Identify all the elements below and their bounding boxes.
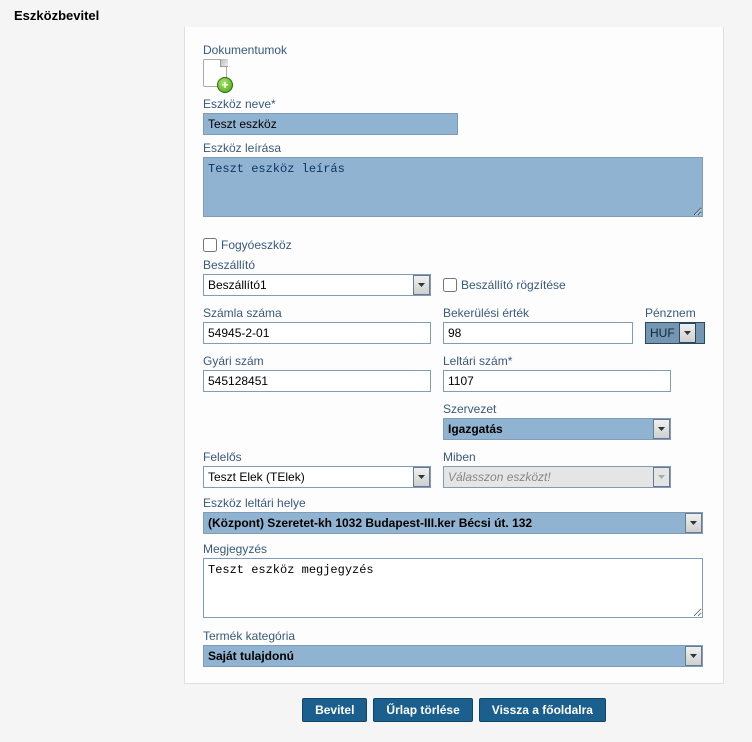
supplier-value: Beszállító1 <box>204 278 413 292</box>
chevron-down-icon <box>653 467 670 487</box>
documents-label: Dokumentumok <box>203 43 705 57</box>
chevron-down-icon <box>685 513 702 533</box>
tool-desc-label: Eszköz leírása <box>203 141 705 155</box>
chevron-down-icon <box>413 275 430 295</box>
serial-input[interactable] <box>203 370 431 392</box>
tool-name-input[interactable] <box>203 113 458 135</box>
responsible-select[interactable]: Teszt Elek (TElek) <box>203 466 431 488</box>
currency-select[interactable]: HUF <box>645 322 705 344</box>
tool-desc-input[interactable]: Teszt eszköz leírás <box>203 157 703 217</box>
chevron-down-icon <box>413 467 430 487</box>
supplier-select[interactable]: Beszállító1 <box>203 274 431 296</box>
category-value: Saját tulajdonú <box>204 649 685 663</box>
category-label: Termék kategória <box>203 629 705 643</box>
inv-location-select[interactable]: (Központ) Szeretet-kh 1032 Budapest-III.… <box>203 512 703 534</box>
supplier-lock-label: Beszállító rögzítése <box>461 278 566 292</box>
remark-label: Megjegyzés <box>203 542 705 556</box>
inv-location-value: (Központ) Szeretet-kh 1032 Budapest-III.… <box>204 516 685 530</box>
in-what-placeholder: Válasszon eszközt! <box>444 470 653 484</box>
currency-value: HUF <box>646 326 679 340</box>
chevron-down-icon <box>679 323 696 343</box>
org-value: Igazgatás <box>444 422 653 436</box>
inventory-no-label: Leltári szám* <box>443 354 671 368</box>
org-select[interactable]: Igazgatás <box>443 418 671 440</box>
asset-form: Dokumentumok + Eszköz neve* Eszköz leírá… <box>184 27 724 684</box>
consumable-label: Fogyóeszköz <box>221 238 292 252</box>
cost-label: Bekerülési érték <box>443 306 633 320</box>
clear-button[interactable]: Űrlap törlése <box>373 698 472 722</box>
inv-location-label: Eszköz leltári helye <box>203 496 705 510</box>
tool-name-label: Eszköz neve* <box>203 97 705 111</box>
page-title: Eszközbevitel <box>14 8 738 23</box>
responsible-value: Teszt Elek (TElek) <box>204 470 413 484</box>
invoice-no-label: Számla száma <box>203 306 431 320</box>
consumable-checkbox[interactable] <box>203 238 217 252</box>
responsible-label: Felelős <box>203 450 431 464</box>
category-select[interactable]: Saját tulajdonú <box>203 645 703 667</box>
submit-button[interactable]: Bevitel <box>302 698 367 722</box>
inventory-no-input[interactable] <box>443 370 671 392</box>
in-what-select[interactable]: Válasszon eszközt! <box>443 466 671 488</box>
cost-input[interactable] <box>443 322 633 344</box>
in-what-label: Miben <box>443 450 671 464</box>
chevron-down-icon <box>685 646 702 666</box>
currency-label: Pénznem <box>645 306 705 320</box>
supplier-label: Beszállító <box>203 258 705 272</box>
invoice-no-input[interactable] <box>203 322 431 344</box>
supplier-lock-checkbox[interactable] <box>443 278 457 292</box>
chevron-down-icon <box>653 419 670 439</box>
remark-input[interactable]: Teszt eszköz megjegyzés <box>203 558 703 618</box>
serial-label: Gyári szám <box>203 354 431 368</box>
org-label: Szervezet <box>443 402 671 416</box>
add-document-icon[interactable]: + <box>203 59 229 91</box>
back-button[interactable]: Vissza a főoldalra <box>479 698 606 722</box>
